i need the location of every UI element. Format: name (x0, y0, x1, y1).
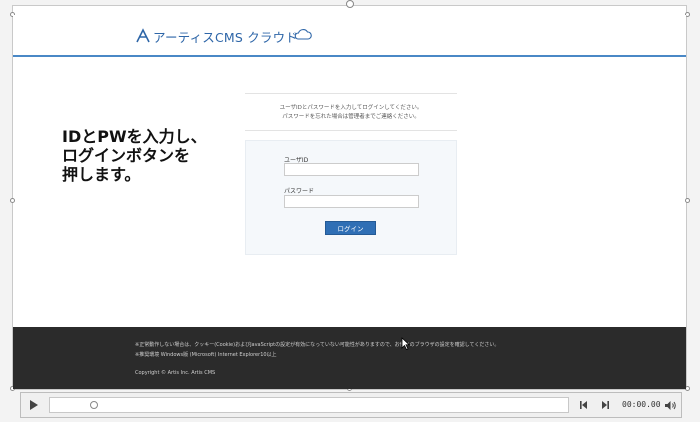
seek-bar[interactable] (49, 397, 569, 413)
login-instructions: ユーザIDとパスワードを入力してログインしてください。 パスワードを忘れた場合は… (245, 93, 457, 131)
logo-icon (136, 28, 150, 43)
media-control-bar: 00:00.00 (20, 392, 682, 418)
userid-input[interactable] (284, 163, 419, 176)
step-forward-icon (602, 401, 609, 409)
play-button[interactable] (24, 396, 44, 414)
login-form: ユーザID パスワード (245, 140, 457, 255)
instruction-line-1: ユーザIDとパスワードを入力してログインしてください。 (279, 105, 423, 111)
step-back-icon (580, 401, 587, 409)
login-button[interactable]: ログイン (325, 221, 376, 235)
footer-note-environment: ※推奨環境 Windows版 (Microsoft) Internet Expl… (135, 352, 277, 358)
time-display: 00:00.00 (622, 400, 661, 409)
step-forward-button[interactable] (598, 398, 612, 412)
rotate-handle[interactable] (346, 0, 354, 8)
resize-handle-right[interactable] (685, 198, 690, 203)
step-back-button[interactable] (577, 398, 591, 412)
login-area: ユーザIDとパスワードを入力してログインしてください。 パスワードを忘れた場合は… (245, 93, 457, 255)
play-icon (30, 400, 38, 410)
password-input[interactable] (284, 195, 419, 208)
instruction-annotation: IDとPWを入力し、 ログインボタンを 押します。 (62, 127, 232, 184)
annotation-line-2: ログインボタンを (62, 146, 191, 165)
volume-button[interactable] (663, 398, 677, 412)
annotation-line-3: 押します。 (62, 165, 141, 184)
mouse-cursor-icon (401, 337, 410, 350)
footer-copyright: Copyright © Artis Inc. Artis CMS (135, 370, 216, 376)
resize-handle-left[interactable] (10, 198, 15, 203)
site-header: アーティスCMS クラウド (13, 15, 686, 57)
footer-note-cookie: ※正常動作しない場合は、クッキー(Cookie)およびJavaScriptの設定… (135, 342, 500, 348)
cloud-icon (294, 29, 312, 40)
annotation-line-1: IDとPWを入力し、 (62, 127, 207, 146)
site-footer: ※正常動作しない場合は、クッキー(Cookie)およびJavaScriptの設定… (13, 327, 686, 389)
password-label: パスワード (284, 188, 315, 195)
volume-icon (664, 400, 676, 410)
logo-text: アーティスCMS クラウド (153, 29, 299, 45)
logo: アーティスCMS クラウド (135, 23, 312, 49)
instruction-line-2: パスワードを忘れた場合は管理者までご連絡ください。 (282, 114, 420, 120)
seek-thumb[interactable] (90, 401, 98, 409)
